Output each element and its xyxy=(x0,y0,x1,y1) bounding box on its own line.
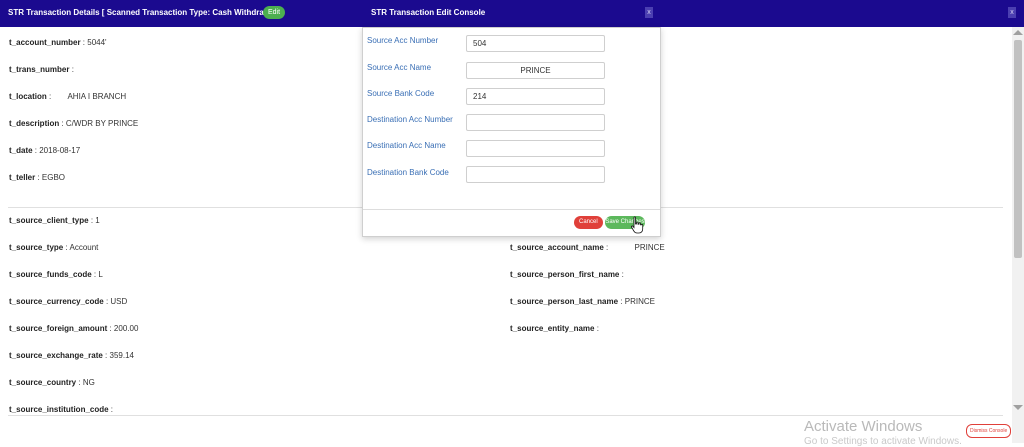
field-value: 2018-08-17 xyxy=(39,146,81,155)
field-date: t_date : 2018-08-17 xyxy=(9,146,80,155)
field-key: t_source_client_type xyxy=(9,216,89,225)
field-source-account-name: t_source_account_name : PRINCE xyxy=(510,243,665,252)
field-value: 1 xyxy=(95,216,100,225)
field-sep: : xyxy=(603,243,611,252)
field-source-currency-code: t_source_currency_code : USD xyxy=(9,297,127,306)
field-location: t_location : AHIA I BRANCH xyxy=(9,92,126,101)
field-value: USD xyxy=(110,297,128,306)
field-source-client-type: t_source_client_type : 1 xyxy=(9,216,100,225)
scroll-up-arrow-icon[interactable] xyxy=(1013,30,1023,35)
field-source-country: t_source_country : NG xyxy=(9,378,95,387)
field-value: 200.00 xyxy=(113,324,139,333)
field-sep: : xyxy=(59,119,66,128)
bottom-divider xyxy=(8,415,1003,416)
source-bank-code-input[interactable]: 214 xyxy=(466,88,605,105)
details-header: STR Transaction Details [ Scanned Transa… xyxy=(0,0,1024,27)
field-sep: : xyxy=(46,92,54,101)
field-key: t_trans_number xyxy=(9,65,70,74)
field-value: 5044' xyxy=(87,38,107,47)
field-key: t_source_foreign_amount xyxy=(9,324,108,333)
field-key: t_account_number xyxy=(9,38,81,47)
modal-label-source-bank-code: Source Bank Code xyxy=(367,89,435,98)
field-value: NG xyxy=(82,378,95,387)
field-value: AHIA I BRANCH xyxy=(67,92,127,101)
field-sep: : xyxy=(618,297,625,306)
field-key: t_source_funds_code xyxy=(9,270,92,279)
modal-label-source-acc-number: Source Acc Number xyxy=(367,36,439,45)
field-description: t_description : C/WDR BY PRINCE xyxy=(9,119,138,128)
details-close-icon[interactable]: x xyxy=(1008,7,1016,18)
field-sep: : xyxy=(108,405,114,414)
modal-label-destination-bank-code: Destination Bank Code xyxy=(367,168,449,177)
field-key: t_teller xyxy=(9,173,36,182)
field-value: EGBO xyxy=(41,173,66,182)
field-value: Account xyxy=(69,243,99,252)
edit-button[interactable]: Edit xyxy=(263,6,286,19)
field-key: t_source_person_first_name xyxy=(510,270,620,279)
modal-label-destination-acc-name: Destination Acc Name xyxy=(367,141,446,150)
field-key: t_source_entity_name xyxy=(510,324,595,333)
scroll-down-arrow-icon[interactable] xyxy=(1013,405,1023,410)
field-teller: t_teller : EGBO xyxy=(9,173,65,182)
field-source-funds-code: t_source_funds_code : L xyxy=(9,270,103,279)
modal-close-icon[interactable]: x xyxy=(645,7,653,18)
field-key: t_description xyxy=(9,119,60,128)
field-value: C/WDR BY PRINCE xyxy=(65,119,139,128)
activate-windows-watermark: Activate Windows xyxy=(804,418,923,435)
edit-console-modal: Source Acc Number 504 Source Acc Name PR… xyxy=(362,27,661,237)
field-sep: : xyxy=(69,65,74,74)
field-key: t_source_exchange_rate xyxy=(9,351,103,360)
activate-windows-subtitle: Go to Settings to activate Windows. xyxy=(804,436,962,447)
source-acc-name-input[interactable]: PRINCE xyxy=(466,62,605,79)
dismiss-console-button[interactable]: Dismiss Console xyxy=(966,424,1012,438)
field-key: t_source_institution_code xyxy=(9,405,109,414)
field-key: t_date xyxy=(9,146,33,155)
hand-cursor-icon xyxy=(631,216,644,234)
field-value: L xyxy=(98,270,103,279)
field-trans-number: t_trans_number : xyxy=(9,65,74,74)
field-source-type: t_source_type : Account xyxy=(9,243,98,252)
field-value: 359.14 xyxy=(109,351,134,360)
field-sep: : xyxy=(619,270,624,279)
field-sep: : xyxy=(107,324,114,333)
field-source-exchange-rate: t_source_exchange_rate : 359.14 xyxy=(9,351,134,360)
field-source-entity-name: t_source_entity_name : xyxy=(510,324,599,333)
field-key: t_source_person_last_name xyxy=(510,297,619,306)
scroll-thumb[interactable] xyxy=(1014,40,1022,258)
destination-bank-code-input[interactable] xyxy=(466,166,605,183)
field-key: t_source_account_name xyxy=(510,243,604,252)
field-value: PRINCE xyxy=(634,243,665,252)
destination-acc-number-input[interactable] xyxy=(466,114,605,131)
field-sep: : xyxy=(35,173,42,182)
field-key: t_source_currency_code xyxy=(9,297,104,306)
field-source-institution-code: t_source_institution_code : xyxy=(9,405,113,414)
page-title: STR Transaction Details [ Scanned Transa… xyxy=(8,8,282,17)
field-value: PRINCE xyxy=(624,297,655,306)
modal-title: STR Transaction Edit Console xyxy=(371,8,486,17)
modal-label-destination-acc-number: Destination Acc Number xyxy=(367,115,453,124)
field-source-person-last-name: t_source_person_last_name : PRINCE xyxy=(510,297,655,306)
cancel-button[interactable]: Cancel xyxy=(574,216,603,229)
field-key: t_source_type xyxy=(9,243,64,252)
destination-acc-name-input[interactable] xyxy=(466,140,605,157)
modal-footer-divider xyxy=(363,209,660,210)
field-key: t_location xyxy=(9,92,47,101)
field-key: t_source_country xyxy=(9,378,77,387)
modal-label-source-acc-name: Source Acc Name xyxy=(367,63,432,72)
field-sep: : xyxy=(76,378,83,387)
field-sep: : xyxy=(594,324,599,333)
field-account-number: t_account_number : 5044' xyxy=(9,38,107,47)
field-sep: : xyxy=(102,351,110,360)
field-source-person-first-name: t_source_person_first_name : xyxy=(510,270,624,279)
field-source-foreign-amount: t_source_foreign_amount : 200.00 xyxy=(9,324,138,333)
source-acc-number-input[interactable]: 504 xyxy=(466,35,605,52)
